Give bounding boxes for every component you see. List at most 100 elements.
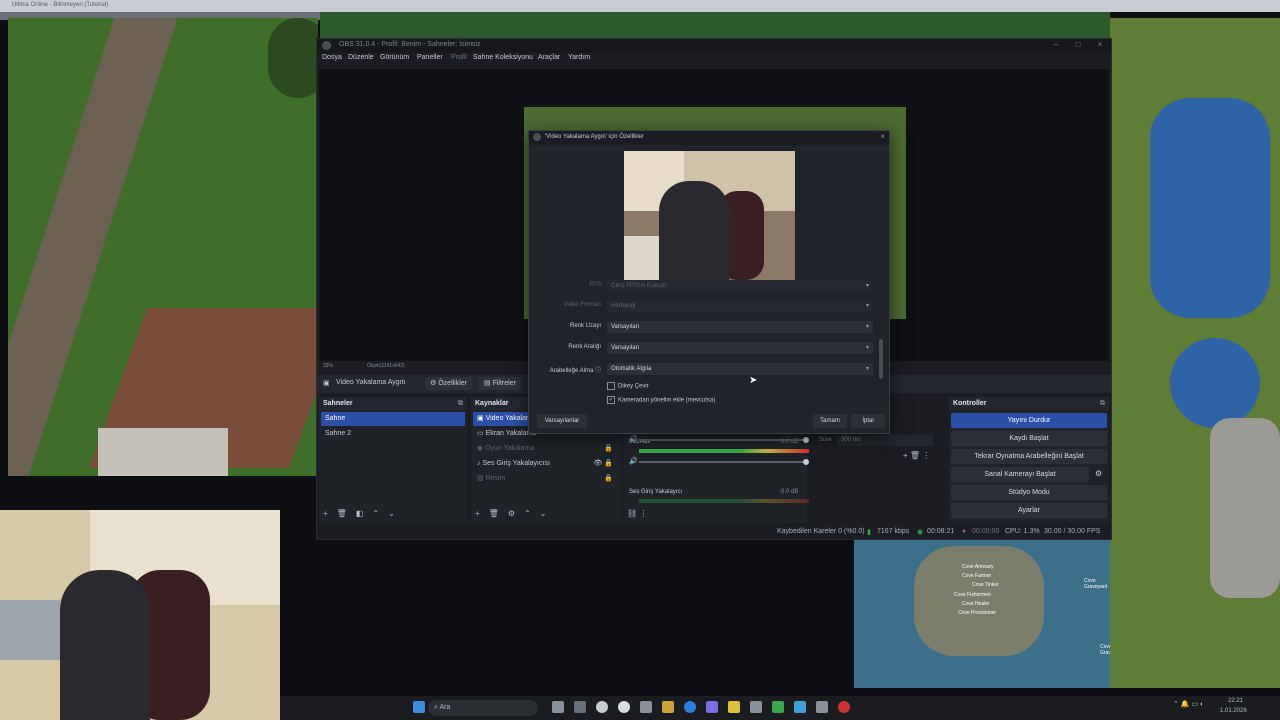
scene-item[interactable]: Sahne 2 xyxy=(321,427,465,441)
scene-item[interactable]: Sahne xyxy=(321,412,465,426)
color-space-select[interactable]: Varsayılan ▾ xyxy=(607,321,873,333)
menu-icon[interactable]: ⋮ xyxy=(922,451,930,460)
stream-time: 00:08:21 xyxy=(927,528,955,535)
camera-orientation-checkbox[interactable]: ✓ Kameradan yönelim ekle (mevcutsa) xyxy=(607,396,715,404)
scrollbar[interactable] xyxy=(879,339,883,379)
start-recording-button[interactable]: Kaydı Başlat xyxy=(951,431,1107,446)
menu-profil[interactable]: Profil xyxy=(451,54,467,61)
app-icon[interactable] xyxy=(728,701,740,713)
stop-streaming-button[interactable]: Yayını Durdur xyxy=(951,413,1107,428)
chevron-down-icon[interactable]: ⌄ xyxy=(540,509,547,518)
close-icon[interactable]: × xyxy=(1091,40,1109,49)
gear-icon[interactable]: ⚙ xyxy=(1095,469,1102,478)
flip-vertical-label: Dikey Çevir xyxy=(618,383,649,390)
studio-mode-button[interactable]: Stüdyo Modu xyxy=(951,485,1107,500)
color-range-select[interactable]: Varsayılan ▾ xyxy=(607,342,873,354)
taskbar-search[interactable]: ⌕ Ara xyxy=(428,700,538,716)
add-icon[interactable]: + xyxy=(903,451,908,460)
color-space-row: Renk Uzayı Varsayılan ▾ xyxy=(529,320,889,336)
menu-yardim[interactable]: Yardım xyxy=(568,54,590,61)
visibility-icon[interactable]: ◌ 🔒 xyxy=(598,442,613,456)
app-icon[interactable] xyxy=(640,701,652,713)
preview-resolution[interactable]: Ölçek(1141x642) xyxy=(367,363,405,369)
preview-zoom[interactable]: 33% xyxy=(323,363,333,369)
start-replay-buffer-button[interactable]: Tekrar Oynatma Arabelleğini Başlat xyxy=(951,449,1107,464)
trash-icon[interactable]: 🗑 xyxy=(910,451,920,460)
app-icon[interactable] xyxy=(816,701,828,713)
chevron-up-icon[interactable]: ⌃ xyxy=(524,509,531,518)
start-virtual-camera-button[interactable]: Sanal Kamerayı Başlat xyxy=(951,467,1089,482)
visibility-icon[interactable]: 👁 🔒 xyxy=(593,457,613,471)
gear-icon[interactable]: ⚙ xyxy=(508,509,515,518)
tray-icons[interactable]: ⌃ 🔔 ▭ ◐ xyxy=(1173,700,1204,708)
close-icon[interactable]: × xyxy=(880,132,885,141)
source-item[interactable]: ♪ Ses Giriş Yakalayıcısı 👁 🔒 xyxy=(473,457,619,471)
menu-sahne-koleksiyonu[interactable]: Sahne Koleksiyonu xyxy=(473,54,533,61)
app-icon[interactable] xyxy=(838,701,850,713)
add-icon[interactable]: + xyxy=(475,509,480,518)
minimize-icon[interactable]: – xyxy=(1047,40,1065,49)
task-view-icon[interactable] xyxy=(552,701,564,713)
status-bar: Kaybedilen Kareler 0 (%0.0) ▮ 7167 kbps … xyxy=(317,525,1111,539)
trash-icon[interactable]: 🗑 xyxy=(337,509,347,518)
chatgpt-icon[interactable] xyxy=(618,701,630,713)
buffering-select[interactable]: Otomatik Algıla ▾ xyxy=(607,363,873,375)
volume-slider[interactable] xyxy=(639,459,809,465)
windows-start-icon[interactable] xyxy=(413,701,425,713)
menu-araclar[interactable]: Araçlar xyxy=(538,54,560,61)
defaults-button[interactable]: Varsayılanlar xyxy=(537,414,587,428)
filter-icon[interactable]: ◧ xyxy=(356,509,364,518)
video-format-select[interactable]: Herhangi ▾ xyxy=(607,300,873,312)
edge-icon[interactable] xyxy=(684,701,696,713)
clock-date[interactable]: 1.01.2026 xyxy=(1220,708,1247,714)
trash-icon[interactable]: 🗑 xyxy=(489,509,499,518)
dock-options-icon[interactable]: ⧉ xyxy=(458,397,463,410)
dock-options-icon[interactable]: ⧉ xyxy=(1100,397,1105,410)
checkbox-unchecked[interactable] xyxy=(607,382,615,390)
transition-actions: + 🗑 ⋮ xyxy=(903,451,930,460)
app-icon[interactable] xyxy=(794,701,806,713)
source-item[interactable]: ▨ Resim ◌ 🔒 xyxy=(473,472,619,486)
flip-vertical-checkbox[interactable]: Dikey Çevir xyxy=(607,382,649,390)
volume-slider[interactable] xyxy=(639,437,809,443)
buffering-value: Otomatik Algıla xyxy=(611,366,652,372)
cancel-button[interactable]: İptal xyxy=(851,414,885,428)
add-icon[interactable]: + xyxy=(323,509,328,518)
maximize-icon[interactable]: □ xyxy=(1069,40,1087,49)
chevron-down-icon: ▾ xyxy=(865,283,869,289)
properties-button[interactable]: ⚙ Özellikler xyxy=(425,377,473,390)
search-placeholder: Ara xyxy=(439,704,451,711)
source-item[interactable]: ◉ Oyun Yakalama ◌ 🔒 xyxy=(473,442,619,456)
chevron-down-icon[interactable]: ⌄ xyxy=(388,509,395,518)
app-icon[interactable] xyxy=(750,701,762,713)
menu-gorunum[interactable]: Görünüm xyxy=(380,54,409,61)
obs-taskbar-icon[interactable] xyxy=(596,701,608,713)
folder-icon[interactable] xyxy=(662,701,674,713)
game-view-top xyxy=(320,12,1110,40)
fps-select[interactable]: Çıkış FPS'ini Eşleştir ▾ xyxy=(607,280,873,292)
ok-button[interactable]: Tamam xyxy=(813,414,847,428)
menu-duzenle[interactable]: Düzenle xyxy=(348,54,374,61)
filters-button[interactable]: ▤ Filtreler xyxy=(479,377,521,390)
chevron-up-icon[interactable]: ⌃ xyxy=(372,509,379,518)
checkbox-checked[interactable]: ✓ xyxy=(607,396,615,404)
clock-time[interactable]: 22:21 xyxy=(1228,698,1243,704)
discord-icon[interactable] xyxy=(706,701,718,713)
explorer-icon[interactable] xyxy=(574,701,586,713)
speaker-icon[interactable]: 🔊 xyxy=(629,457,638,465)
speaker-icon[interactable]: 🔊 xyxy=(629,435,638,443)
mixer-channel-db: 0.0 dB xyxy=(781,489,799,495)
whatsapp-icon[interactable] xyxy=(772,701,784,713)
transition-duration-input[interactable]: 300 ms xyxy=(837,435,933,446)
visibility-icon[interactable]: ◌ 🔒 xyxy=(598,472,613,486)
color-space-label: Renk Uzayı xyxy=(569,323,601,329)
menu-icon[interactable]: ⋮ xyxy=(639,509,647,518)
menu-dosya[interactable]: Dosya xyxy=(322,54,342,61)
link-icon[interactable]: ⛓ xyxy=(627,509,637,518)
taskbar: ⌕ Ara ⌃ 🔔 ▭ ◐ 22:21 1.01.2026 xyxy=(280,696,1280,720)
menu-paneller[interactable]: Paneller xyxy=(417,54,443,61)
video-format-label: Video Formatı xyxy=(563,302,601,308)
color-range-label: Renk Aralığı xyxy=(568,344,601,350)
help-icon[interactable]: ⓘ xyxy=(595,368,601,374)
settings-button[interactable]: Ayarlar xyxy=(951,503,1107,518)
